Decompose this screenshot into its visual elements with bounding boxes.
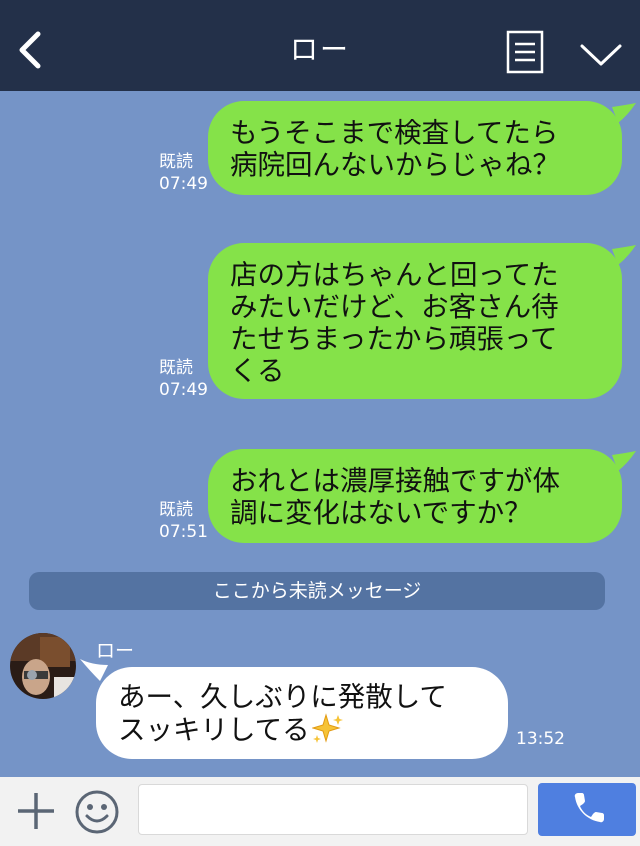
add-attachment-button[interactable] <box>14 789 58 833</box>
chat-header: ロー <box>0 0 640 91</box>
menu-toggle-button[interactable] <box>578 40 624 70</box>
message-text-line-with-emoji: スッキリしてる <box>118 713 486 746</box>
message-text-line: 調に変化はないですか？ <box>230 497 532 529</box>
sparkles-icon <box>310 713 343 743</box>
message-bubble[interactable]: おれとは濃厚接触ですが体 調に変化はないですか？ <box>208 449 622 543</box>
smiley-icon <box>75 790 119 834</box>
call-button[interactable] <box>538 783 636 836</box>
notes-button[interactable] <box>506 30 544 74</box>
message-time: 07:51 <box>159 522 208 542</box>
incoming-message-bubble[interactable]: あー、久しぶりに発散して スッキリしてる <box>96 667 508 759</box>
message-bubble[interactable]: 店の方はちゃんと回ってた みたいだけど、お客さん待 たせちまったから頑張って く… <box>208 243 622 399</box>
emoji-button[interactable] <box>74 789 120 835</box>
message-input-bar <box>0 777 640 846</box>
notes-icon <box>506 30 544 74</box>
bubble-tail <box>612 103 636 123</box>
message-text-line: 病院回んないからじゃね？ <box>230 149 560 181</box>
message-text-line: おれとは濃厚接触ですが体 <box>230 465 560 497</box>
message-time: 07:49 <box>159 380 208 400</box>
avatar[interactable] <box>10 633 76 699</box>
message-text-line: もうそこまで検査してたら <box>230 117 559 149</box>
bubble-tail <box>612 245 636 265</box>
message-text-line: みたいだけど、お客さん待 <box>230 291 559 323</box>
chat-area[interactable]: 既読 07:49 もうそこまで検査してたら 病院回んないからじゃね？ 既読 07… <box>0 91 640 777</box>
unread-divider: ここから未読メッセージ <box>29 572 605 610</box>
message-input[interactable] <box>138 784 528 835</box>
message-text-line: 店の方はちゃんと回ってた <box>230 259 559 291</box>
message-time: 13:52 <box>516 729 565 749</box>
chevron-down-icon <box>580 44 622 66</box>
message-text-line: たせちまったから頑張って <box>230 323 558 355</box>
message-text-line: スッキリしてる <box>118 714 310 746</box>
bubble-tail <box>612 451 636 471</box>
message-time: 07:49 <box>159 174 208 194</box>
plus-icon <box>18 793 54 829</box>
message-text-line: あー、久しぶりに発散して <box>118 681 447 713</box>
message-bubble[interactable]: もうそこまで検査してたら 病院回んないからじゃね？ <box>208 101 622 195</box>
chat-title: ロー <box>289 33 350 66</box>
phone-icon <box>574 793 604 823</box>
avatar-image <box>10 633 76 699</box>
message-text-line: くる <box>230 355 285 387</box>
